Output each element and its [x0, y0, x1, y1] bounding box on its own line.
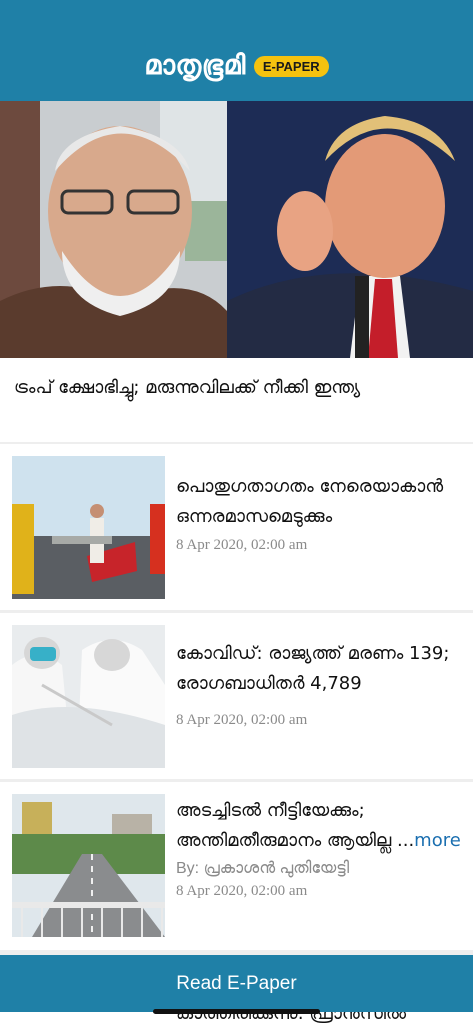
- article-thumbnail: [12, 625, 165, 768]
- hero-image[interactable]: [0, 101, 473, 358]
- brand-name: മാതൃഭൂമി: [144, 50, 246, 81]
- more-link[interactable]: more: [414, 830, 461, 851]
- article-title: കോവിഡ്: രാജ്യത്ത് മരണം 139; രോഗബാധിതർ 4,…: [176, 643, 450, 694]
- article-card-1[interactable]: പൊതുഗതാഗതം നേരെയാകാൻ ഒന്നരമാസമെടുക്കും 8…: [0, 444, 473, 610]
- article-title-text: അടച്ചിടൽ നീട്ടിയേക്കും; അന്തിമതീരുമാനം ആ…: [176, 800, 415, 851]
- article-title: പൊതുഗതാഗതം നേരെയാകാൻ ഒന്നരമാസമെടുക്കും: [176, 476, 444, 527]
- home-indicator[interactable]: [153, 1009, 320, 1014]
- article-byline: By: പ്രകാശൻ പുതിയേട്ടി: [176, 860, 350, 877]
- article-thumbnail: [12, 794, 165, 937]
- app-header: മാതൃഭൂമി E-PAPER: [0, 0, 473, 101]
- read-epaper-button[interactable]: Read E-Paper: [0, 955, 473, 1012]
- article-thumbnail: [12, 456, 165, 599]
- brand-logo[interactable]: മാതൃഭൂമി E-PAPER: [0, 50, 473, 82]
- article-card-3[interactable]: അടച്ചിടൽ നീട്ടിയേക്കും; അന്തിമതീരുമാനം ആ…: [0, 782, 473, 950]
- article-card-2[interactable]: കോവിഡ്: രാജ്യത്ത് മരണം 139; രോഗബാധിതർ 4,…: [0, 613, 473, 779]
- hero-headline: ട്രംപ് ക്ഷോഭിച്ചു; മരുന്നുവിലക്ക് നീക്കി…: [14, 377, 361, 398]
- epaper-badge: E-PAPER: [253, 55, 329, 77]
- hero-headline-card[interactable]: ട്രംപ് ക്ഷോഭിച്ചു; മരുന്നുവിലക്ക് നീക്കി…: [0, 358, 473, 442]
- article-date: 8 Apr 2020, 02:00 am: [176, 712, 308, 728]
- article-title: അടച്ചിടൽ നീട്ടിയേക്കും; അന്തിമതീരുമാനം ആ…: [176, 796, 461, 856]
- article-date: 8 Apr 2020, 02:00 am: [176, 883, 308, 899]
- hero-photo: [0, 101, 473, 358]
- article-date: 8 Apr 2020, 02:00 am: [176, 537, 308, 553]
